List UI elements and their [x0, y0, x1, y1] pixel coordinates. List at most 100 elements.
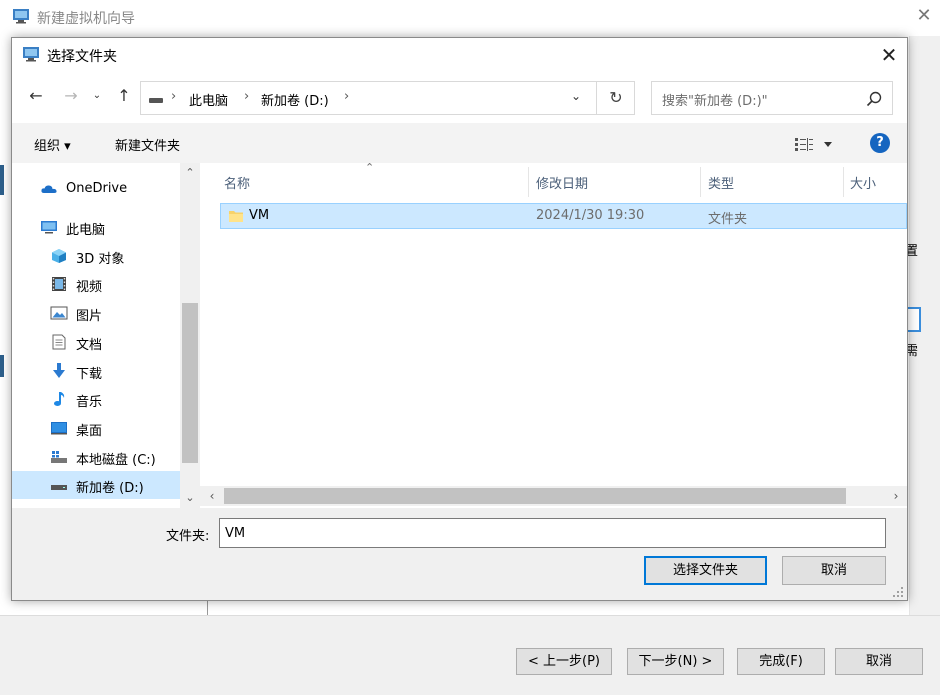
- dialog-close-icon[interactable]: ✕: [876, 42, 902, 68]
- nav-item-new-volume-d[interactable]: 新加卷 (D:): [12, 471, 180, 499]
- wizard-cancel-button[interactable]: 取消: [835, 648, 923, 675]
- resize-grip-icon[interactable]: [892, 586, 904, 598]
- nav-item-label: 视频: [76, 280, 103, 295]
- wizard-title: 新建虚拟机向导: [37, 11, 135, 27]
- video-icon: [52, 277, 66, 291]
- picture-icon: [50, 306, 68, 320]
- nav-item-desktop[interactable]: 桌面: [12, 414, 180, 442]
- file-list-scrollbar[interactable]: ‹ ›: [200, 486, 907, 506]
- nav-item-label: 3D 对象: [76, 252, 125, 267]
- wizard-left-accent: [0, 165, 4, 195]
- nav-item-documents[interactable]: 文档: [12, 328, 180, 356]
- folder-icon: [229, 211, 243, 222]
- search-icon[interactable]: [864, 89, 884, 109]
- wizard-left-accent: [0, 355, 4, 377]
- nav-pane-scrollbar[interactable]: ⌃ ⌄: [180, 163, 200, 508]
- cloud-icon: [41, 185, 57, 193]
- dialog-title: 选择文件夹: [47, 49, 117, 65]
- file-type: 文件夹: [708, 212, 748, 227]
- document-icon: [52, 334, 66, 350]
- column-divider[interactable]: [528, 167, 529, 197]
- breadcrumb-chevron-icon[interactable]: ›: [171, 89, 176, 104]
- file-list-pane: ⌃ 名称 修改日期 类型 大小 VM 2024/1/30 19:30 文件夹: [200, 161, 907, 508]
- select-folder-dialog: 选择文件夹 ✕ ← → ⌄ ↑ › 此电脑 › 新加卷 (D:) › ⌄ ↻ 搜…: [11, 37, 908, 601]
- nav-item-label: OneDrive: [66, 181, 128, 196]
- column-divider[interactable]: [700, 167, 701, 197]
- file-row[interactable]: VM 2024/1/30 19:30 文件夹: [220, 203, 907, 229]
- scroll-left-icon[interactable]: ‹: [202, 486, 222, 506]
- back-button[interactable]: < 上一步(P): [516, 648, 612, 675]
- vm-app-icon: [23, 47, 39, 62]
- folder-field-label: 文件夹:: [166, 529, 210, 544]
- dialog-titlebar: 选择文件夹 ✕: [12, 38, 907, 71]
- drive-icon: [51, 485, 67, 490]
- column-header-name[interactable]: 名称: [224, 173, 250, 192]
- organize-menu[interactable]: 组织 ▾: [34, 135, 71, 154]
- wizard-footer-divider: [0, 615, 940, 616]
- column-divider[interactable]: [843, 167, 844, 197]
- nav-item-local-disk-c[interactable]: 本地磁盘 (C:): [12, 443, 180, 471]
- select-folder-button[interactable]: 选择文件夹: [644, 556, 767, 585]
- scroll-up-icon[interactable]: ⌃: [180, 163, 200, 183]
- wizard-close-icon[interactable]: ✕: [913, 4, 935, 28]
- view-options-icon[interactable]: [792, 134, 836, 154]
- desktop-icon: [51, 422, 67, 435]
- scrollbar-thumb[interactable]: [224, 488, 846, 504]
- nav-item-label: 此电脑: [66, 223, 106, 238]
- file-modified: 2024/1/30 19:30: [536, 208, 645, 223]
- sort-ascending-icon: ⌃: [365, 161, 375, 174]
- breadcrumb-chevron-icon[interactable]: ›: [244, 89, 249, 104]
- up-arrow-icon[interactable]: ↑: [113, 85, 135, 107]
- breadcrumb-drive-d[interactable]: 新加卷 (D:): [261, 90, 329, 109]
- recent-locations-chevron-icon[interactable]: ⌄: [90, 85, 104, 107]
- new-folder-button[interactable]: 新建文件夹: [115, 135, 180, 154]
- local-disk-icon: [51, 451, 67, 463]
- nav-item-music[interactable]: 音乐: [12, 385, 180, 413]
- nav-item-label: 新加卷 (D:): [76, 481, 144, 496]
- breadcrumb-this-pc[interactable]: 此电脑: [189, 90, 228, 109]
- nav-item-label: 音乐: [76, 395, 103, 410]
- scroll-down-icon[interactable]: ⌄: [180, 488, 200, 508]
- search-placeholder: 搜索"新加卷 (D:)": [662, 94, 768, 109]
- wizard-partial-input[interactable]: [907, 307, 921, 332]
- drive-icon: [149, 98, 163, 103]
- nav-item-this-pc[interactable]: 此电脑: [12, 213, 180, 241]
- column-header-type[interactable]: 类型: [708, 173, 734, 192]
- help-icon[interactable]: ?: [870, 133, 890, 153]
- wizard-divider: [207, 600, 208, 615]
- nav-item-downloads[interactable]: 下载: [12, 357, 180, 385]
- navigation-bar: ← → ⌄ ↑ › 此电脑 › 新加卷 (D:) › ⌄ ↻ 搜索"新加卷 (D…: [12, 71, 907, 123]
- vm-app-icon: [13, 9, 29, 24]
- column-header-modified[interactable]: 修改日期: [536, 173, 588, 192]
- breadcrumb-chevron-icon[interactable]: ›: [344, 89, 349, 104]
- scroll-right-icon[interactable]: ›: [886, 486, 906, 506]
- download-icon: [53, 363, 65, 378]
- command-toolbar: 组织 ▾ 新建文件夹 ?: [12, 123, 907, 163]
- next-button[interactable]: 下一步(N) >: [627, 648, 724, 675]
- nav-item-onedrive[interactable]: OneDrive: [12, 175, 180, 203]
- nav-item-videos[interactable]: 视频: [12, 270, 180, 298]
- cube-icon: [52, 249, 66, 263]
- address-dropdown-icon[interactable]: ⌄: [566, 89, 586, 103]
- refresh-icon[interactable]: ↻: [596, 82, 635, 114]
- folder-input[interactable]: [219, 518, 886, 548]
- nav-item-label: 文档: [76, 338, 103, 353]
- scrollbar-thumb[interactable]: [182, 303, 198, 463]
- nav-item-label: 桌面: [76, 424, 103, 439]
- nav-item-pictures[interactable]: 图片: [12, 299, 180, 327]
- navigation-pane: OneDrive 此电脑 3D 对象 视频 图片 文档 下载 音乐 桌面 本地磁…: [12, 163, 200, 508]
- search-box[interactable]: 搜索"新加卷 (D:)": [651, 81, 893, 115]
- music-icon: [54, 392, 65, 406]
- nav-item-label: 本地磁盘 (C:): [76, 453, 156, 468]
- wizard-titlebar: 新建虚拟机向导 ✕: [0, 0, 940, 36]
- nav-item-3d-objects[interactable]: 3D 对象: [12, 242, 180, 270]
- nav-item-label: 图片: [76, 309, 103, 324]
- file-name: VM: [249, 208, 270, 223]
- finish-button[interactable]: 完成(F): [737, 648, 825, 675]
- computer-icon: [41, 221, 57, 234]
- forward-arrow-icon[interactable]: →: [60, 85, 82, 107]
- address-bar[interactable]: › 此电脑 › 新加卷 (D:) › ⌄ ↻: [140, 81, 635, 115]
- dialog-cancel-button[interactable]: 取消: [782, 556, 886, 585]
- back-arrow-icon[interactable]: ←: [25, 85, 47, 107]
- column-header-size[interactable]: 大小: [850, 173, 876, 192]
